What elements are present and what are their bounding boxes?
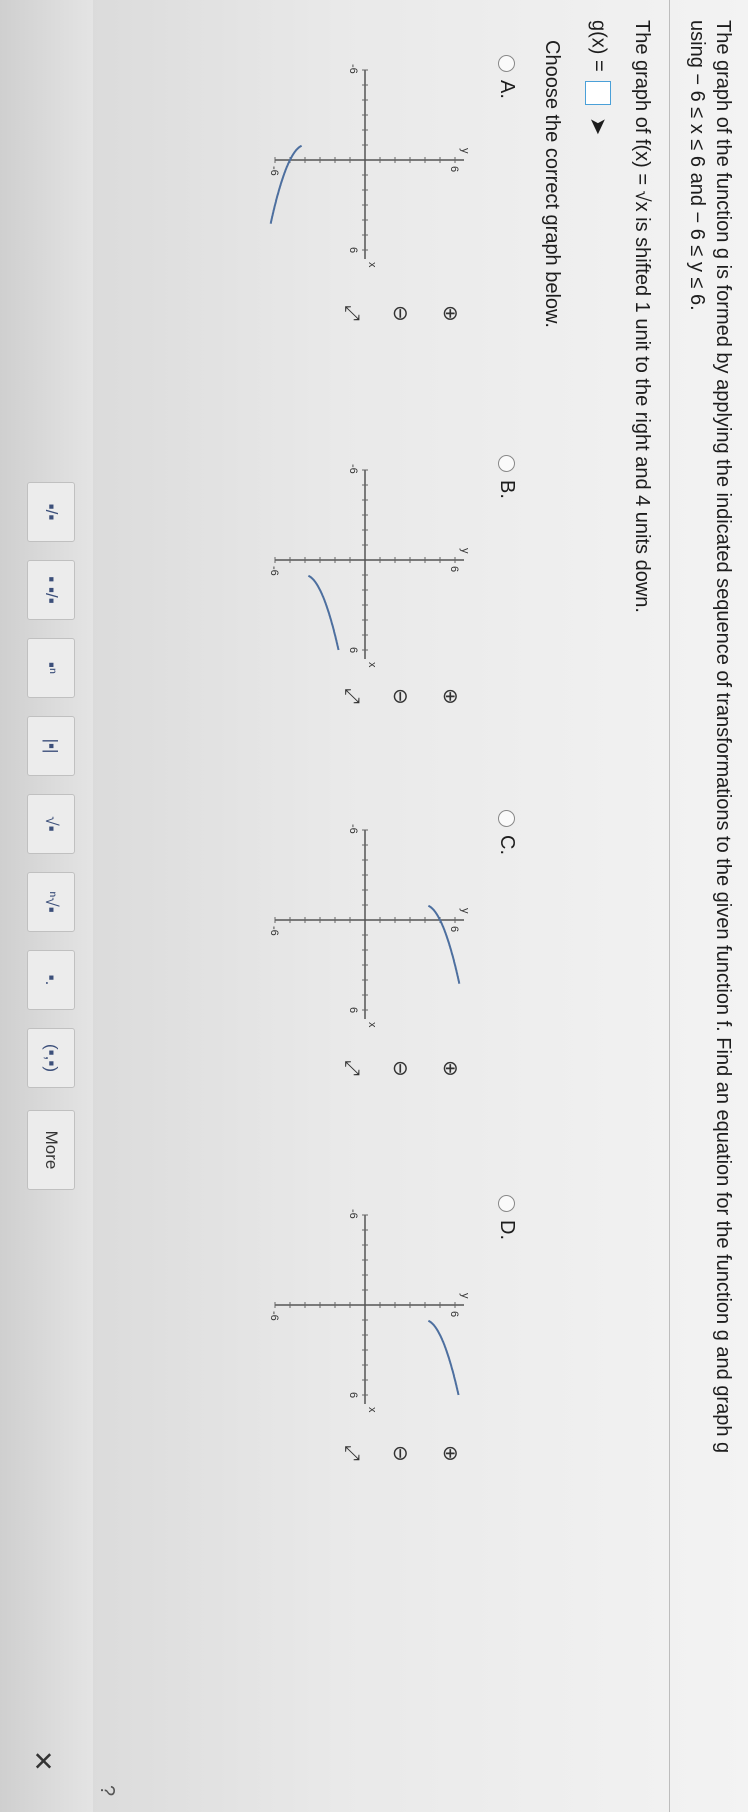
graph-c-svg: -6 6 6 -6 x y xyxy=(268,824,471,1028)
graph-d: -6 6 6 -6 x y xyxy=(250,1185,480,1425)
close-icon[interactable]: ✕ xyxy=(27,1750,58,1772)
mixed-number-button[interactable]: ▪ ▪/▪ xyxy=(27,560,75,620)
x-axis-label: x xyxy=(366,662,378,668)
x-tick-label-neg: -6 xyxy=(347,464,359,474)
graph-curve xyxy=(427,1319,460,1396)
x-axis-label: x xyxy=(366,1022,378,1028)
zoom-in-icon[interactable]: ⊕ xyxy=(438,1060,463,1077)
expand-icon[interactable]: ⤢ xyxy=(340,688,363,704)
x-axis-label: x xyxy=(366,262,378,268)
help-icon[interactable]: ? xyxy=(95,1785,118,1796)
sqrt-x: √x xyxy=(631,190,653,212)
zoom-in-icon[interactable]: ⊕ xyxy=(438,688,463,705)
graph-b-svg: -6 6 6 -6 x y xyxy=(268,464,471,668)
x-tick-label-neg: -6 xyxy=(347,64,359,74)
option-c[interactable]: C. xyxy=(495,810,518,855)
square-root-button[interactable]: √▪ xyxy=(27,794,75,854)
option-d-label: D. xyxy=(496,1220,518,1240)
decimal-button[interactable]: ▪. xyxy=(27,950,75,1010)
more-button[interactable]: More xyxy=(27,1110,75,1190)
zoom-out-icon[interactable]: ⊖ xyxy=(388,1445,413,1462)
math-toolbar: ▪/▪ ▪ ▪/▪ ▪ⁿ |▪| √▪ ⁿ√▪ ▪. (▪,▪) More xyxy=(0,0,93,1812)
option-b-label: B. xyxy=(496,480,518,499)
option-b-radio[interactable] xyxy=(497,455,515,472)
y-axis-label: y xyxy=(459,548,471,554)
x-tick-label-pos: 6 xyxy=(347,647,359,653)
option-a-label: A. xyxy=(496,80,518,99)
answer-prefix: g(x) = xyxy=(587,20,610,72)
zoom-in-icon[interactable]: ⊕ xyxy=(438,1445,463,1462)
option-d-radio[interactable] xyxy=(497,1195,515,1212)
mouse-cursor-icon: ➤ xyxy=(586,116,611,136)
x-tick-label-neg: -6 xyxy=(347,1209,359,1219)
x-tick-label-pos: 6 xyxy=(347,1007,359,1013)
ordered-pair-button[interactable]: (▪,▪) xyxy=(27,1028,75,1088)
x-tick-label-neg: -6 xyxy=(347,824,359,834)
y-tick-label-pos: 6 xyxy=(448,1311,460,1317)
graph-a: -6 6 6 -6 x y xyxy=(250,40,480,280)
transformation-prefix: The graph of f(x) = xyxy=(631,20,653,191)
graph-prompt: Choose the correct graph below. xyxy=(541,40,563,328)
answer-row: g(x) = ➤ xyxy=(585,20,611,135)
graph-d-svg: -6 6 6 -6 x y xyxy=(268,1209,471,1413)
graph-curve xyxy=(307,574,340,651)
question-panel: The graph of the function g is formed by… xyxy=(0,0,748,1812)
option-d[interactable]: D. xyxy=(495,1195,518,1240)
y-tick-label-pos: 6 xyxy=(448,166,460,172)
expand-icon[interactable]: ⤢ xyxy=(340,1060,363,1076)
exponent-button[interactable]: ▪ⁿ xyxy=(27,638,75,698)
y-axis-label: y xyxy=(459,1293,471,1299)
nth-root-button[interactable]: ⁿ√▪ xyxy=(27,872,75,932)
question-domain-text: using − 6 ≤ x ≤ 6 and − 6 ≤ y ≤ 6. xyxy=(686,20,708,311)
option-b[interactable]: B. xyxy=(495,455,518,499)
option-c-label: C. xyxy=(496,835,518,855)
zoom-in-icon[interactable]: ⊕ xyxy=(438,305,463,322)
transformation-text: The graph of f(x) = √x is shifted 1 unit… xyxy=(630,20,653,613)
option-c-radio[interactable] xyxy=(497,810,515,827)
zoom-out-icon[interactable]: ⊖ xyxy=(388,688,413,705)
answer-input-box[interactable] xyxy=(585,81,611,106)
divider xyxy=(669,0,670,1812)
graph-a-svg: -6 6 6 -6 x y xyxy=(268,64,471,268)
absolute-value-button[interactable]: |▪| xyxy=(27,716,75,776)
graph-c: -6 6 6 -6 x y xyxy=(250,800,480,1040)
x-tick-label-pos: 6 xyxy=(347,247,359,253)
zoom-out-icon[interactable]: ⊖ xyxy=(388,1060,413,1077)
x-tick-label-pos: 6 xyxy=(347,1392,359,1398)
y-tick-label-neg: -6 xyxy=(268,1311,280,1321)
transformation-suffix: is shifted 1 unit to the right and 4 uni… xyxy=(631,211,653,613)
y-tick-label-neg: -6 xyxy=(268,926,280,936)
expand-icon[interactable]: ⤢ xyxy=(340,305,363,321)
expand-icon[interactable]: ⤢ xyxy=(340,1445,363,1461)
y-tick-label-pos: 6 xyxy=(448,566,460,572)
option-a-radio[interactable] xyxy=(497,55,515,72)
option-a[interactable]: A. xyxy=(495,55,518,99)
graph-b: -6 6 6 -6 x y xyxy=(250,440,480,680)
fraction-button[interactable]: ▪/▪ xyxy=(27,482,75,542)
x-axis-label: x xyxy=(366,1407,378,1413)
y-axis-label: y xyxy=(459,148,471,154)
zoom-out-icon[interactable]: ⊖ xyxy=(388,305,413,322)
y-tick-label-pos: 6 xyxy=(448,926,460,932)
y-tick-label-neg: -6 xyxy=(268,566,280,576)
y-axis-label: y xyxy=(459,908,471,914)
question-text: The graph of the function g is formed by… xyxy=(712,20,734,1454)
y-tick-label-neg: -6 xyxy=(268,166,280,176)
